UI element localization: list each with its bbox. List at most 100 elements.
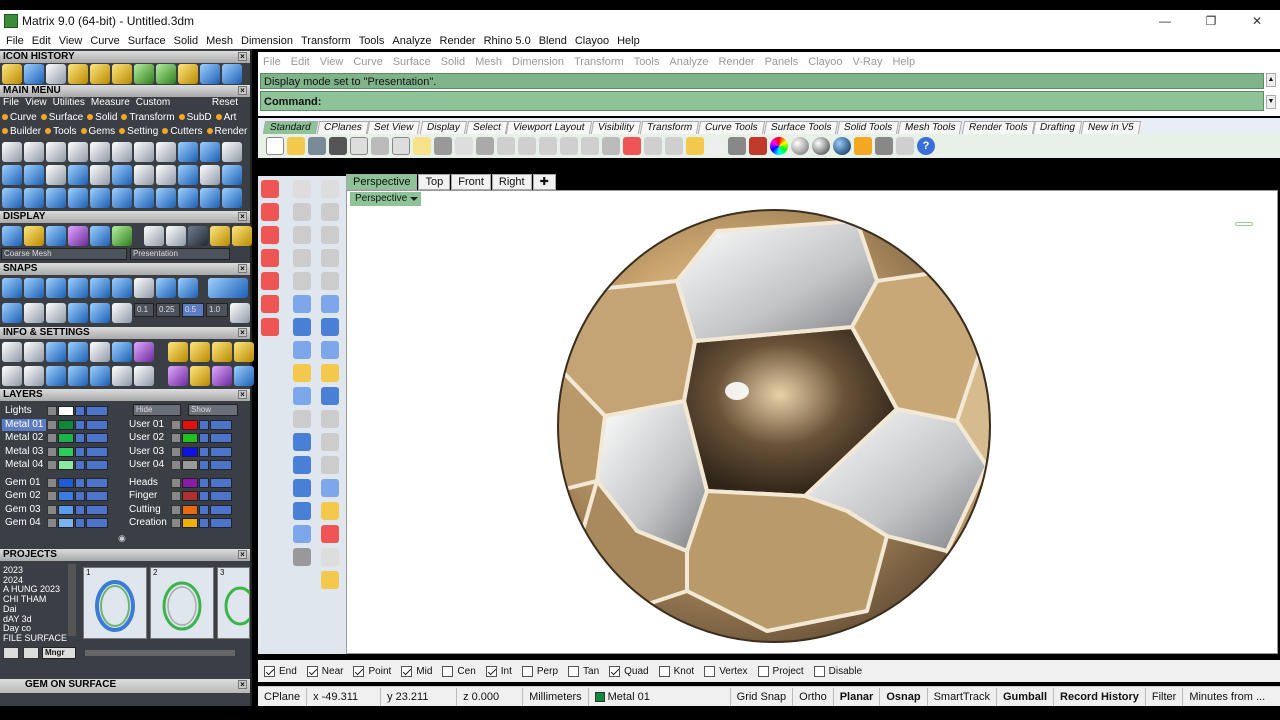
mm-transform[interactable]: Transform (121, 112, 178, 123)
zoom-icon[interactable] (24, 342, 44, 362)
grid-snap-toggle[interactable]: Grid Snap (731, 687, 794, 706)
menu-curve[interactable]: Curve (86, 35, 123, 47)
zoom-extents-icon[interactable] (539, 137, 557, 155)
osnap-knot[interactable]: Knot (658, 665, 694, 677)
maximize-button[interactable]: ❐ (1188, 10, 1234, 32)
pave-icon[interactable] (134, 142, 154, 162)
osnap-toggle[interactable]: Osnap (880, 687, 928, 706)
layer-color-swatch[interactable] (58, 433, 74, 443)
cplane-icon[interactable] (644, 137, 662, 155)
perspective-viewport[interactable]: Perspective (346, 190, 1278, 654)
layer-color-swatch[interactable] (58, 518, 74, 528)
arc-tool-icon[interactable] (321, 272, 339, 290)
toolbar-tab-set-view[interactable]: Set View (367, 121, 421, 134)
filter-toggle[interactable]: Filter (1146, 687, 1184, 706)
osnap-checkbox[interactable] (485, 665, 497, 677)
head-builder-icon[interactable] (24, 142, 44, 162)
info-6-icon[interactable] (190, 366, 210, 386)
osnap-project[interactable]: Project (757, 665, 804, 677)
undo-view-icon[interactable] (581, 137, 599, 155)
toolbar-tab-visibility[interactable]: Visibility (590, 121, 641, 134)
color-wheel-icon[interactable] (770, 137, 788, 155)
menu-blend[interactable]: Blend (535, 35, 571, 47)
back-arrow-icon[interactable] (200, 64, 220, 84)
layer-color-swatch[interactable] (58, 504, 74, 515)
hide-button[interactable]: Hide (133, 404, 181, 416)
material-icon[interactable] (833, 137, 851, 155)
options-icon[interactable] (2, 342, 22, 362)
project-folder-item[interactable]: A HUNG 2023 (3, 584, 60, 594)
snap-step-1.0[interactable]: 1.0 (206, 303, 228, 317)
mm-custom[interactable]: Custom (133, 97, 173, 110)
osnap-checkbox[interactable] (568, 665, 580, 677)
layer-row[interactable]: User 04 (126, 459, 232, 472)
rhino-menu-view[interactable]: View (315, 56, 349, 68)
osnap-checkbox[interactable] (757, 665, 769, 677)
paste-icon[interactable] (413, 137, 431, 155)
zoom-selected-icon[interactable] (560, 137, 578, 155)
toolbar-tab-select[interactable]: Select (465, 121, 508, 134)
snap-mid-icon[interactable] (68, 278, 88, 298)
chevron-down-icon[interactable]: ◉ (118, 533, 130, 543)
toolbar-tab-display[interactable]: Display (419, 121, 467, 134)
bead-icon[interactable] (46, 165, 66, 185)
menu-surface[interactable]: Surface (124, 35, 170, 47)
track-icon[interactable] (68, 303, 88, 323)
zoom-window-icon[interactable] (518, 137, 536, 155)
rhino-menu-dimension[interactable]: Dimension (507, 56, 569, 68)
layer-visibility-bar[interactable] (210, 477, 232, 488)
show-button[interactable]: Show (188, 404, 238, 416)
silver-mat-icon[interactable] (144, 226, 164, 246)
surface-icon[interactable] (293, 295, 311, 313)
rose-mat-icon[interactable] (210, 226, 230, 246)
lock-icon[interactable] (199, 433, 209, 443)
menu-mesh[interactable]: Mesh (202, 35, 237, 47)
osnap-checkbox[interactable] (704, 665, 716, 677)
layer-row[interactable]: Heads (126, 476, 232, 489)
mm-subd[interactable]: SubD (179, 112, 216, 123)
steel-mat-icon[interactable] (166, 226, 186, 246)
copy-page-icon[interactable] (350, 137, 368, 155)
layer-visibility-bar[interactable] (86, 518, 108, 528)
forward-arrow-icon[interactable] (222, 64, 242, 84)
osnap-checkbox[interactable] (813, 665, 825, 677)
rhino-menu-edit[interactable]: Edit (286, 56, 315, 68)
layer-row[interactable]: Metal 03 (2, 445, 108, 458)
dark-mat-icon[interactable] (188, 226, 208, 246)
mm-curve[interactable]: Curve (2, 112, 41, 123)
curve-tool-icon[interactable] (293, 249, 311, 267)
lock-icon[interactable] (199, 504, 209, 515)
layout-3-icon[interactable] (261, 226, 279, 244)
line-tool-icon[interactable] (2, 64, 22, 84)
layer-visibility-bar[interactable] (210, 518, 232, 528)
osnap-point[interactable]: Point (353, 665, 391, 677)
box-icon[interactable] (46, 366, 66, 386)
point-icon[interactable] (321, 180, 339, 198)
toolbar-tab-transform[interactable]: Transform (639, 121, 700, 134)
lock-icon[interactable] (75, 477, 85, 488)
osnap-checkbox[interactable] (442, 665, 454, 677)
toolbar-tab-mesh-tools[interactable]: Mesh Tools (898, 121, 963, 134)
view-circle-icon[interactable] (665, 137, 683, 155)
arc-tool-icon[interactable] (178, 64, 198, 84)
add-viewport-tab-icon[interactable]: ✚ (532, 174, 556, 190)
layer-row[interactable]: User 01 (126, 418, 232, 431)
lock-icon[interactable] (199, 419, 209, 430)
box-solid-icon[interactable] (293, 318, 311, 336)
tab-right[interactable]: Right (491, 174, 532, 190)
save-icon[interactable] (308, 137, 326, 155)
project-thumb-2[interactable]: 2 (150, 567, 214, 639)
cylinder-icon[interactable] (293, 341, 311, 359)
layer-visibility-bar[interactable] (86, 477, 108, 488)
osnap-disable[interactable]: Disable (813, 665, 862, 677)
four-view-icon[interactable] (602, 137, 620, 155)
gold-mat-icon[interactable] (232, 226, 252, 246)
close-icon[interactable]: × (238, 680, 247, 689)
command-prompt[interactable]: Command: (260, 91, 1264, 111)
rendered-icon[interactable] (46, 226, 66, 246)
layer-expand-icon[interactable] (171, 433, 181, 443)
layer-color-swatch[interactable] (182, 433, 198, 443)
curve-network-icon[interactable] (2, 188, 22, 208)
snap-point-icon[interactable] (46, 278, 66, 298)
up-button[interactable] (23, 647, 39, 659)
